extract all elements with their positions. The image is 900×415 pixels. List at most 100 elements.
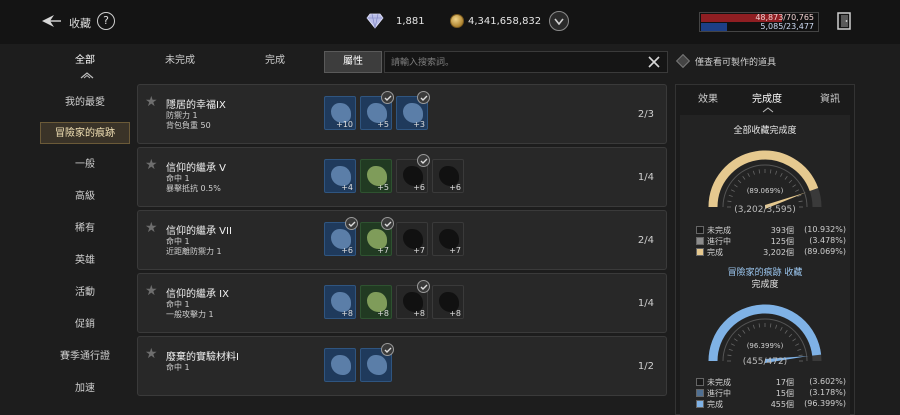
hp-mp-gauge: 48,873/70,765 5,085/23,477 [699,12,819,32]
chevron-down-icon [554,18,564,25]
enhance-level: +8 [377,309,389,318]
sidebar-item-favorites[interactable]: 我的最愛 [40,92,130,114]
tab-indicator-icon [762,107,774,113]
legend-label: 進行中 [707,237,731,246]
legend-percent: (89.069%) [804,247,846,256]
collection-row[interactable]: ★ 信仰的繼承 V 命中 1 暴擊抵抗 0.5% +4 +5 +6 +6 1/4 [137,147,667,207]
legend-label: 未完成 [707,378,731,387]
help-icon[interactable]: ? [97,12,115,30]
sidebar-item-rare[interactable]: 稀有 [40,218,130,240]
sidebar-item-season-pass[interactable]: 賽季通行證 [40,346,130,368]
tab-incomplete[interactable]: 未完成 [140,50,220,74]
diamond-icon [366,13,384,29]
favorite-star-icon[interactable]: ★ [145,221,158,235]
registered-check-icon [381,343,394,356]
craftable-label: 僅查看可製作的道具 [695,58,777,68]
gauge-track [708,304,822,362]
gauge-fill [708,150,819,208]
legend-swatch [696,389,704,397]
legend-percent: (3.178%) [809,388,846,397]
registered-check-icon [417,280,430,293]
item-slot[interactable] [324,348,356,382]
overall-completion-title: 全部收藏完成度 [733,126,797,136]
currency-dropdown-button[interactable] [549,11,569,31]
registered-check-icon [381,91,394,104]
legend-count: 3,202個 [763,248,794,257]
item-slot[interactable]: +6 [432,159,464,193]
collection-row[interactable]: ★ 信仰的繼承 VII 命中 1 近距離防禦力 1 +6 +7 +7 +7 2/4 [137,210,667,270]
legend-row: 進行中 15個 (3.178%) [696,388,846,399]
item-slot[interactable] [360,343,394,382]
collection-row[interactable]: ★ 隱居的幸福IX 防禦力 1 背包負重 50 +10 +5 +3 2/3 [137,84,667,144]
sidebar-item-adventure-traces[interactable]: 冒險家的痕跡 [40,122,130,144]
back-arrow-icon[interactable] [40,13,62,29]
enhance-level: +3 [413,120,425,129]
sidebar-item-hero[interactable]: 英雄 [40,250,130,272]
close-icon[interactable] [647,55,661,69]
favorite-star-icon[interactable]: ★ [145,158,158,172]
collection-stat: 近距離防禦力 1 [166,247,222,256]
legend-count: 125個 [770,237,794,246]
sidebar-item-normal[interactable]: 一般 [40,154,130,176]
item-slot[interactable]: +10 [324,96,356,130]
diamond-count: 1,881 [396,16,425,27]
registered-check-icon [417,154,430,167]
craftable-checkbox[interactable] [675,53,691,69]
collection-progress: 1/4 [637,172,654,183]
collection-stat: 一般攻擊力 1 [166,310,214,319]
tab-completion[interactable]: 完成度 [752,90,782,105]
enhance-level: +6 [449,183,461,192]
legend-swatch [696,237,704,245]
registered-check-icon [417,91,430,104]
favorite-star-icon[interactable]: ★ [145,347,158,361]
adventure-completion-subtitle: 完成度 [751,280,779,290]
page-title: 收藏 [69,17,91,30]
favorite-star-icon[interactable]: ★ [145,95,158,109]
enhance-level: +8 [341,309,353,318]
sidebar-item-promotion[interactable]: 促銷 [40,314,130,336]
exit-door-icon[interactable] [834,11,854,31]
item-slot[interactable]: +5 [360,91,394,130]
legend-label: 進行中 [707,389,731,398]
tab-info[interactable]: 資訊 [820,90,840,105]
favorite-star-icon[interactable]: ★ [145,284,158,298]
item-slot[interactable]: +7 [360,217,394,256]
sidebar-item-boost[interactable]: 加速 [40,378,130,400]
tab-effects[interactable]: 效果 [698,90,718,105]
legend-swatch [696,400,704,408]
collection-stat: 背包負重 50 [166,121,211,130]
item-slot[interactable]: +7 [396,222,428,256]
gauge-fill [708,304,822,362]
mp-bar [701,23,727,31]
collection-stat: 命中 1 [166,363,190,372]
item-slot[interactable]: +8 [360,285,392,319]
collection-name: 廢棄的實驗材料I [166,352,239,363]
collection-stat: 暴擊抵抗 0.5% [166,184,221,193]
item-slot[interactable]: +6 [324,217,358,256]
collection-row[interactable]: ★ 信仰的繼承 IX 命中 1 一般攻擊力 1 +8 +8 +8 +8 1/4 [137,273,667,333]
item-slot[interactable]: +7 [432,222,464,256]
item-slot[interactable]: +8 [396,280,430,319]
enhance-level: +4 [341,183,353,192]
item-slot[interactable]: +4 [324,159,356,193]
legend-percent: (3.602%) [809,377,846,386]
sidebar-item-event[interactable]: 活動 [40,282,130,304]
tab-complete[interactable]: 完成 [235,50,315,74]
completion-panel: 效果 完成度 資訊 全部收藏完成度 (89.069%) (3,202/3,595… [675,84,855,415]
item-slot[interactable]: +8 [324,285,356,319]
collection-list[interactable]: ★ 隱居的幸福IX 防禦力 1 背包負重 50 +10 +5 +3 2/3 ★ 信仰的繼承 V 命中… [137,84,667,415]
sidebar-item-advanced[interactable]: 高級 [40,186,130,208]
collection-name: 信仰的繼承 V [166,163,227,174]
equipment-icon [367,355,387,375]
item-slot[interactable]: +6 [396,154,430,193]
completion-body: 全部收藏完成度 (89.069%) (3,202/3,595) 未完成 393個 (… [680,115,850,415]
search-input[interactable] [391,55,631,70]
item-slot[interactable]: +3 [396,91,430,130]
item-slot[interactable]: +8 [432,285,464,319]
item-slot[interactable]: +5 [360,159,392,193]
overall-percent: (89.069%) [746,187,784,195]
collection-row[interactable]: ★ 廢棄的實驗材料I 命中 1 1/2 [137,336,667,396]
attribute-filter-button[interactable]: 屬性 [324,51,382,73]
gold-count: 4,341,658,832 [468,16,542,27]
collection-progress: 2/3 [637,109,654,120]
